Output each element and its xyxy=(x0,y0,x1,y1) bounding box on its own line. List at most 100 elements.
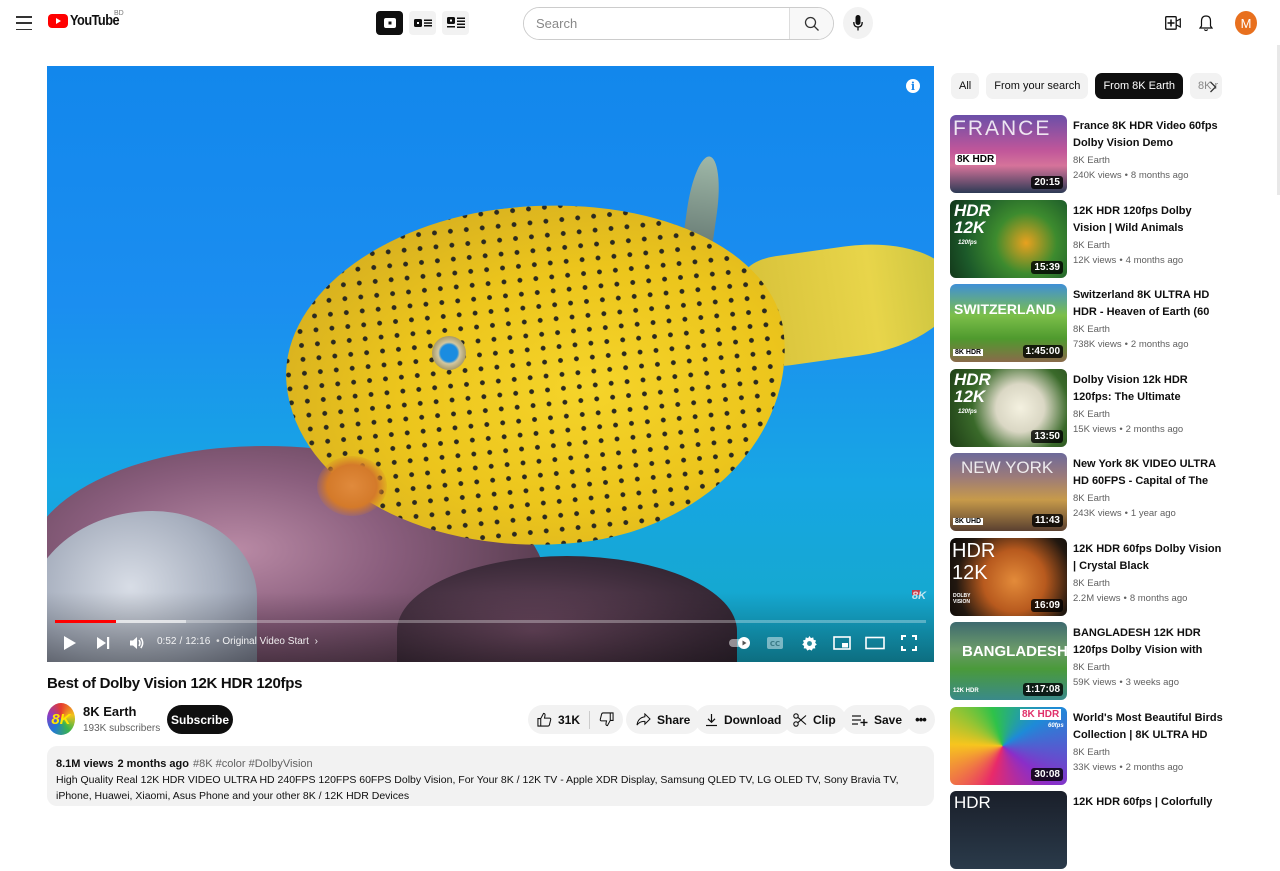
recommendation-item[interactable]: HDR 12K DOLBY VISION 16:09 12K HDR 60fps Do… xyxy=(950,537,1270,618)
recommendation-title[interactable]: BANGLADESH 12K HDR 120fps Dolby Vision w… xyxy=(1073,625,1223,659)
recommendation-title[interactable]: New York 8K VIDEO ULTRA HD 60FPS - Capit… xyxy=(1073,456,1223,490)
recommendation-title[interactable]: Dolby Vision 12k HDR 120fps: The Ultimat… xyxy=(1073,372,1223,406)
theater-mode-button[interactable] xyxy=(865,632,885,654)
play-button[interactable] xyxy=(63,632,77,654)
like-button[interactable]: 31K xyxy=(528,705,589,734)
recommendation-meta: 59K views • 3 weeks ago xyxy=(1073,677,1179,688)
video-thumbnail[interactable]: BANGLADESH 12K HDR 1:17:08 xyxy=(950,622,1067,700)
recommendation-item[interactable]: HDR 12K 120fps 15:39 12K HDR 120fps Dolby V… xyxy=(950,199,1270,280)
scissors-icon xyxy=(793,712,807,727)
view-count: 15K views xyxy=(1073,423,1117,435)
settings-gear-icon xyxy=(802,635,817,651)
upload-age: 2 months ago xyxy=(1125,423,1184,435)
layout-player-only-button[interactable] xyxy=(376,11,403,35)
miniplayer-button[interactable] xyxy=(833,632,851,654)
upload-age: 8 months ago xyxy=(1129,592,1188,604)
clip-button[interactable]: Clip xyxy=(783,705,846,734)
fullscreen-button[interactable] xyxy=(901,632,917,654)
dislike-button[interactable] xyxy=(590,705,623,734)
voice-search-button[interactable] xyxy=(843,7,873,39)
recommendation-channel[interactable]: 8K Earth xyxy=(1073,662,1110,673)
view-count: 8.1M views xyxy=(56,758,114,770)
channel-avatar[interactable]: 8K xyxy=(47,703,75,735)
recommendation-channel[interactable]: 8K Earth xyxy=(1073,578,1110,589)
chapter-title[interactable]: Original Video Start xyxy=(222,636,309,647)
video-thumbnail[interactable]: SWITZERLAND 8K HDR 1:45:00 xyxy=(950,284,1067,362)
thumbnail-badge: 8K HDR xyxy=(953,349,984,356)
layout-player-details-button[interactable] xyxy=(442,11,469,35)
menu-icon[interactable] xyxy=(14,13,34,33)
recommendation-item[interactable]: NEW YORK 8K UHD 11:43 New York 8K VIDEO ULT… xyxy=(950,453,1270,533)
logo-text: YouTube xyxy=(70,12,120,29)
notifications-button[interactable] xyxy=(1198,13,1214,33)
recommendation-title[interactable]: France 8K HDR Video 60fps Dolby Vision D… xyxy=(1073,118,1223,152)
next-button[interactable] xyxy=(96,632,110,654)
video-thumbnail[interactable]: NEW YORK 8K UHD 11:43 xyxy=(950,453,1067,531)
layout-player-list-button[interactable] xyxy=(409,11,436,35)
recommendation-item[interactable]: 8K HDR 60fps 30:08 World's Most Beautiful B… xyxy=(950,706,1270,787)
recommendation-item[interactable]: HDR 12K 120fps 13:50 Dolby Vision 12k HDR 1… xyxy=(950,368,1270,449)
duration-badge: 15:39 xyxy=(1031,260,1063,274)
recommendation-title[interactable]: World's Most Beautiful Birds Collection … xyxy=(1073,710,1223,744)
account-avatar[interactable]: M xyxy=(1235,11,1257,35)
create-button[interactable] xyxy=(1164,14,1182,32)
thumbs-up-icon xyxy=(537,712,552,727)
recommendation-item[interactable]: FRANCE 8K HDR 20:15 France 8K HDR Video 60f… xyxy=(950,115,1270,195)
recommendation-channel[interactable]: 8K Earth xyxy=(1073,240,1110,251)
filter-chip[interactable]: From your search xyxy=(986,73,1089,99)
video-player[interactable]: i 8K 0:52/12:16 • Original Video Start ›… xyxy=(47,66,934,662)
share-button[interactable]: Share xyxy=(626,705,701,734)
controls-gradient xyxy=(47,592,934,662)
video-frame-fish-eye xyxy=(432,336,466,370)
info-icon[interactable]: i xyxy=(906,79,920,93)
recommendation-item[interactable]: BANGLADESH 12K HDR 1:17:08 BANGLADESH 12K H… xyxy=(950,622,1270,702)
autoplay-icon xyxy=(729,637,750,649)
subscriber-count: 193K subscribers xyxy=(83,723,161,734)
save-button[interactable]: Save xyxy=(842,705,913,734)
recommendation-channel[interactable]: 8K Earth xyxy=(1073,409,1110,420)
recommendation-channel[interactable]: 8K Earth xyxy=(1073,747,1110,758)
recommendation-channel[interactable]: 8K Earth xyxy=(1073,155,1110,166)
view-count: 243K views xyxy=(1073,508,1122,519)
search-input[interactable] xyxy=(524,8,789,39)
autoplay-toggle[interactable] xyxy=(729,632,753,654)
progress-bar[interactable] xyxy=(55,620,926,623)
volume-button[interactable] xyxy=(129,632,145,654)
recommendation-channel[interactable]: 8K Earth xyxy=(1073,493,1110,504)
search-button[interactable] xyxy=(789,8,833,39)
download-button[interactable]: Download xyxy=(695,705,792,734)
video-thumbnail[interactable]: HDR 12K 120fps 13:50 xyxy=(950,368,1067,447)
recommendation-channel[interactable]: 8K Earth xyxy=(1073,324,1110,335)
recommendation-meta: 240K views • 8 months ago xyxy=(1073,170,1189,181)
video-thumbnail[interactable]: 8K HDR 60fps 30:08 xyxy=(950,706,1067,785)
meta-separator: • xyxy=(1124,170,1128,181)
video-thumbnail[interactable]: FRANCE 8K HDR 20:15 xyxy=(950,115,1067,193)
hashtags[interactable]: #8K #color #DolbyVision xyxy=(193,758,313,770)
filter-chip[interactable]: From 8K Earth xyxy=(1095,73,1183,99)
recommendation-title[interactable]: 12K HDR 60fps | Colorfully xyxy=(1073,794,1223,811)
video-thumbnail[interactable]: HDR 12K 120fps 15:39 xyxy=(950,199,1067,278)
more-actions-button[interactable]: ••• xyxy=(906,705,935,734)
recommendation-title[interactable]: 12K HDR 60fps Dolby Vision | Crystal Bla… xyxy=(1073,541,1223,575)
subtitles-button[interactable]: CC xyxy=(767,632,783,654)
video-thumbnail[interactable]: HDR 12K DOLBY VISION 16:09 xyxy=(950,537,1067,616)
recommendation-meta: 738K views • 2 months ago xyxy=(1073,339,1189,350)
recommendation-item[interactable]: HDR 12K HDR 60fps | Colorfully xyxy=(950,791,1270,871)
video-thumbnail[interactable]: HDR xyxy=(950,791,1067,869)
description-box[interactable]: 8.1M views 2 months ago #8K #color #DolbyV… xyxy=(47,746,934,806)
thumbnail-badge: 12K HDR xyxy=(953,688,979,694)
recommendation-item[interactable]: SWITZERLAND 8K HDR 1:45:00 Switzerland 8K U… xyxy=(950,284,1270,364)
filter-chip[interactable]: All xyxy=(951,73,980,99)
channel-name[interactable]: 8K Earth xyxy=(83,704,136,719)
subscribe-button[interactable]: Subscribe xyxy=(167,705,233,734)
thumbnail-badge: 120fps xyxy=(958,408,978,415)
view-count: 240K views xyxy=(1073,170,1122,181)
recommendation-title[interactable]: 12K HDR 120fps Dolby Vision | Wild Anima… xyxy=(1073,203,1223,237)
view-count: 12K views xyxy=(1073,254,1117,266)
more-horizontal-icon: ••• xyxy=(915,712,927,727)
chips-next-button[interactable] xyxy=(1205,79,1221,95)
settings-button[interactable] xyxy=(802,632,817,654)
search-bar xyxy=(523,7,834,40)
country-code: BD xyxy=(114,10,124,17)
recommendation-title[interactable]: Switzerland 8K ULTRA HD HDR - Heaven of … xyxy=(1073,287,1223,321)
